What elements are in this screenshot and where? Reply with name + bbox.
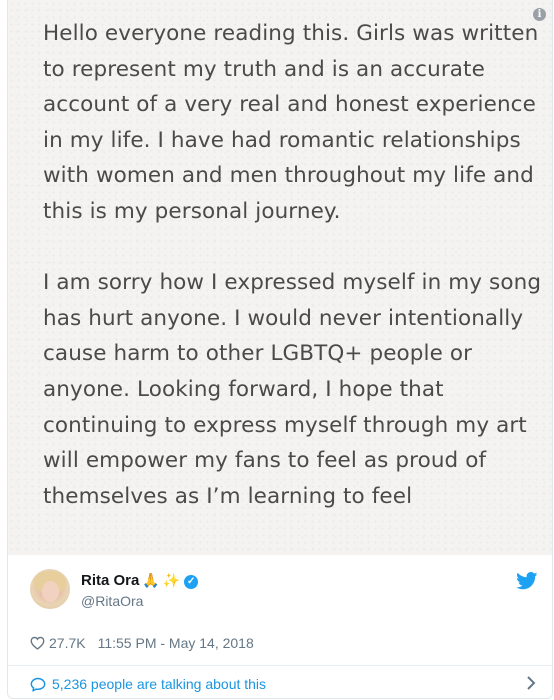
like-count[interactable]: 27.7K — [49, 635, 86, 651]
speech-bubble-icon — [30, 677, 46, 692]
statement-paragraph-2: I am sorry how I expressed myself in my … — [43, 270, 542, 509]
author-name[interactable]: Rita Ora — [81, 572, 139, 589]
tweet-image[interactable]: i Hello everyone reading this. Girls was… — [8, 0, 552, 555]
statement-paragraph-1: Hello everyone reading this. Girls was w… — [43, 21, 539, 224]
divider — [8, 665, 552, 666]
chevron-right-icon[interactable] — [526, 675, 536, 691]
heart-icon[interactable] — [30, 636, 45, 650]
author-handle[interactable]: @RitaOra — [81, 593, 143, 609]
author-name-line[interactable]: Rita Ora 🙏 ✨ ✓ — [81, 572, 199, 589]
talking-count-text[interactable]: 5,236 people are talking about this — [52, 676, 266, 692]
tweet-timestamp[interactable]: 11:55 PM - May 14, 2018 — [98, 635, 254, 651]
statement-text: Hello everyone reading this. Girls was w… — [43, 16, 543, 550]
tweet-meta: 27.7K 11:55 PM - May 14, 2018 — [30, 633, 254, 653]
conversation-link[interactable]: 5,236 people are talking about this — [30, 674, 540, 694]
praying-hands-emoji: 🙏 — [142, 573, 160, 589]
sparkles-emoji: ✨ — [162, 573, 181, 589]
tweet-author: Rita Ora 🙏 ✨ ✓ @RitaOra — [8, 555, 552, 615]
verified-badge-icon: ✓ — [184, 575, 199, 589]
twitter-logo-icon[interactable] — [516, 572, 538, 590]
embedded-tweet-card: i Hello everyone reading this. Girls was… — [7, 0, 553, 699]
avatar[interactable] — [30, 569, 70, 609]
